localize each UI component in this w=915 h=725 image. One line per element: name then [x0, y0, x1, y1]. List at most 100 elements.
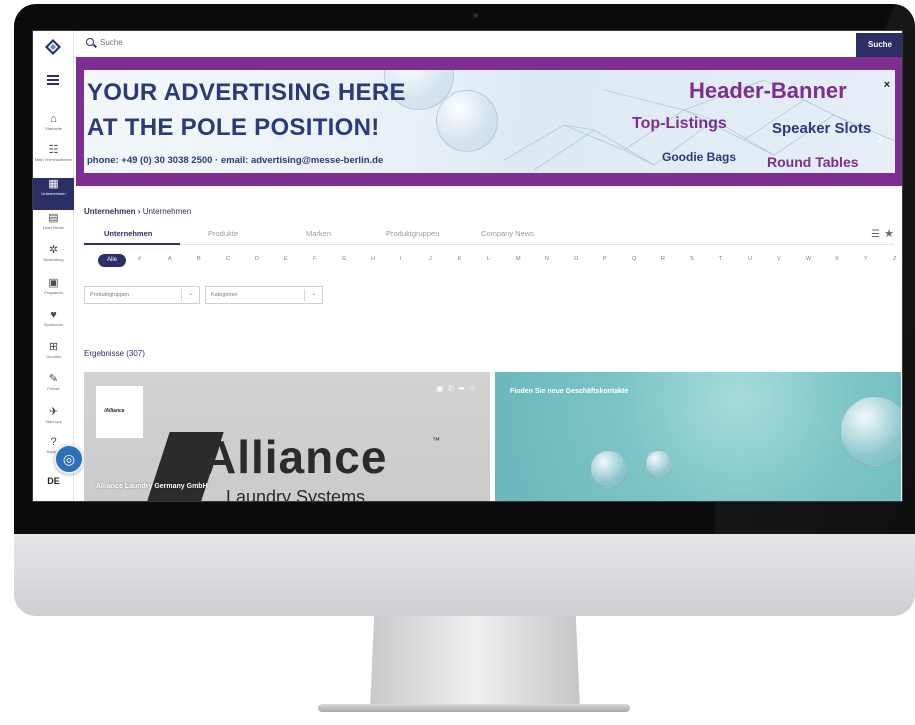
alphabet-letter[interactable]: H	[371, 256, 375, 262]
banner-goodie-bags: Goodie Bags	[662, 150, 737, 164]
search-button[interactable]: Suche	[856, 33, 902, 57]
alphabet-letter[interactable]: I	[400, 256, 402, 262]
alphabet-letter[interactable]: Z	[893, 256, 896, 262]
promo-card-title: Finden Sie neue Geschäftskontakte	[510, 388, 629, 395]
sidebar-item-startseite[interactable]: ⌂ Startseite	[33, 113, 74, 145]
phone-icon[interactable]: ✆	[447, 384, 458, 393]
alphabet-letter[interactable]: F	[313, 256, 316, 262]
alphabet-letter[interactable]: P	[603, 256, 607, 262]
alphabet-letter[interactable]: C	[226, 256, 230, 262]
produktgruppen-select[interactable]: Produktgruppen ⌄	[84, 286, 200, 304]
monitor-stand	[370, 616, 580, 708]
tab-marken[interactable]: Marken	[306, 229, 331, 238]
tab-produkte[interactable]: Produkte	[208, 229, 238, 238]
search-bar: Suche	[74, 31, 902, 57]
alphabet-letter[interactable]: O	[574, 256, 578, 262]
language-selector[interactable]: DE	[33, 476, 74, 486]
share-icon[interactable]: ➦	[458, 384, 469, 393]
header-banner[interactable]: YOUR ADVERTISING HERE AT THE POLE POSITI…	[76, 57, 902, 186]
microphone-icon: ✎	[48, 373, 59, 385]
bubble-decoration	[645, 450, 673, 478]
alphabet-letter[interactable]: N	[545, 256, 549, 262]
banner-image: YOUR ADVERTISING HERE AT THE POLE POSITI…	[84, 70, 895, 173]
tab-produktgruppen[interactable]: Produktgruppen	[386, 229, 439, 238]
banner-contact: phone: +49 (0) 30 3038 2500 · email: adv…	[87, 155, 384, 166]
close-icon[interactable]: ×	[881, 79, 893, 91]
favorite-star-icon[interactable]: ☆	[469, 384, 480, 393]
company-logo-subtitle: Laundry Systems	[226, 487, 366, 502]
monitor-stand-base	[318, 704, 630, 712]
company-icon: ▦	[48, 178, 59, 190]
alphabet-letter[interactable]: #	[138, 256, 141, 262]
alphabet-letter[interactable]: B	[197, 256, 201, 262]
sidebar-item-sponsoren[interactable]: ♥ Sponsoren	[33, 309, 74, 341]
rocket-icon: ✈	[48, 406, 59, 418]
banner-top-listings: Top-Listings	[632, 115, 727, 132]
alphabet-letter[interactable]: E	[284, 256, 288, 262]
search-input[interactable]	[100, 38, 400, 47]
alphabet-letter[interactable]: J	[429, 256, 432, 262]
star-icon[interactable]: ★	[884, 227, 894, 240]
breadcrumb: Unternehmen › Unternehmen	[84, 207, 191, 216]
briefcase-icon: ▤	[48, 212, 59, 224]
home-icon: ⌂	[50, 113, 57, 125]
alphabet-letter[interactable]: L	[487, 256, 490, 262]
sidebar-item-programm[interactable]: ▣ Programm	[33, 277, 74, 309]
banner-headline-1: YOUR ADVERTISING HERE	[87, 79, 406, 106]
bubble-decoration	[840, 396, 901, 466]
sidebar-item-presse[interactable]: ✎ Presse	[33, 373, 74, 405]
sidebar-item-terminkalender[interactable]: ☷ Main Terminkalender	[33, 144, 74, 176]
fingerprint-icon[interactable]: ◎	[54, 444, 84, 474]
results-count: Ergebnisse (307)	[84, 349, 145, 358]
alphabet-letter[interactable]: Q	[632, 256, 636, 262]
alphabet-letter[interactable]: S	[690, 256, 694, 262]
company-logo-word: Alliance	[203, 431, 388, 483]
alphabet-letter[interactable]: K	[458, 256, 462, 262]
menu-icon[interactable]	[47, 75, 59, 85]
sidebar-item-unternehmen[interactable]: ▦ Unternehmen	[33, 178, 74, 210]
alphabet-letter[interactable]: U	[748, 256, 752, 262]
alphabet-letter[interactable]: R	[661, 256, 665, 262]
breadcrumb-root[interactable]: Unternehmen	[84, 207, 136, 216]
sidebar-item-networking[interactable]: ✲ Networking	[33, 244, 74, 276]
company-card[interactable]: /Alliance Alliance ™ Laundry Systems All…	[84, 372, 490, 502]
sidebar-item-start-ups[interactable]: ✈ Start-ups	[33, 406, 74, 438]
alphabet-letter[interactable]: D	[255, 256, 259, 262]
app-logo-icon[interactable]	[45, 39, 61, 55]
bubble-decoration	[590, 450, 628, 488]
tab-unternehmen[interactable]: Unternehmen	[104, 229, 152, 238]
sidebar-item-lead-finder[interactable]: ▤ Lead Finder	[33, 212, 74, 244]
sidebar-item-goodies[interactable]: ⊞ Goodies	[33, 341, 74, 373]
monitor-chin	[14, 534, 915, 616]
tab-company-news[interactable]: Company News	[481, 229, 534, 238]
alphabet-letter[interactable]: Y	[864, 256, 868, 262]
banner-header-label: Header-Banner	[689, 78, 847, 103]
alphabet-filter: Alle # A B C D E F G H I J K L M N O P Q…	[98, 254, 898, 268]
chevron-down-icon: ⌄	[188, 290, 194, 297]
alphabet-letter[interactable]: A	[168, 256, 172, 262]
company-name[interactable]: Alliance Laundry Germany GmbH	[96, 483, 208, 490]
alphabet-letter[interactable]: X	[835, 256, 839, 262]
kategorien-select[interactable]: Kategorien ⌄	[205, 286, 323, 304]
tab-bar: Unternehmen Produkte Marken Produktgrupp…	[84, 223, 894, 245]
alphabet-letter[interactable]: M	[516, 256, 521, 262]
camera-dot	[473, 13, 478, 18]
calendar-list-icon: ☷	[48, 144, 59, 156]
alphabet-letter[interactable]: T	[719, 256, 722, 262]
chevron-right-icon[interactable]: ›	[877, 128, 883, 149]
list-view-icon[interactable]: ☰	[871, 229, 880, 240]
card-actions: ▣✆➦☆	[436, 384, 480, 393]
alphabet-letter[interactable]: G	[342, 256, 346, 262]
alphabet-all-button[interactable]: Alle	[98, 254, 126, 267]
alphabet-letter[interactable]: V	[777, 256, 781, 262]
promo-card[interactable]: Finden Sie neue Geschäftskontakte	[495, 372, 901, 501]
breadcrumb-current: Unternehmen	[142, 207, 192, 216]
calendar-icon[interactable]: ▣	[436, 384, 448, 393]
alphabet-letter[interactable]: W	[806, 256, 811, 262]
program-icon: ▣	[48, 277, 59, 289]
banner-speaker-slots: Speaker Slots	[772, 120, 872, 137]
breadcrumb-separator: ›	[137, 207, 141, 216]
network-icon: ✲	[48, 244, 59, 256]
chevron-down-icon: ⌄	[311, 290, 317, 297]
gift-icon: ⊞	[48, 341, 59, 353]
